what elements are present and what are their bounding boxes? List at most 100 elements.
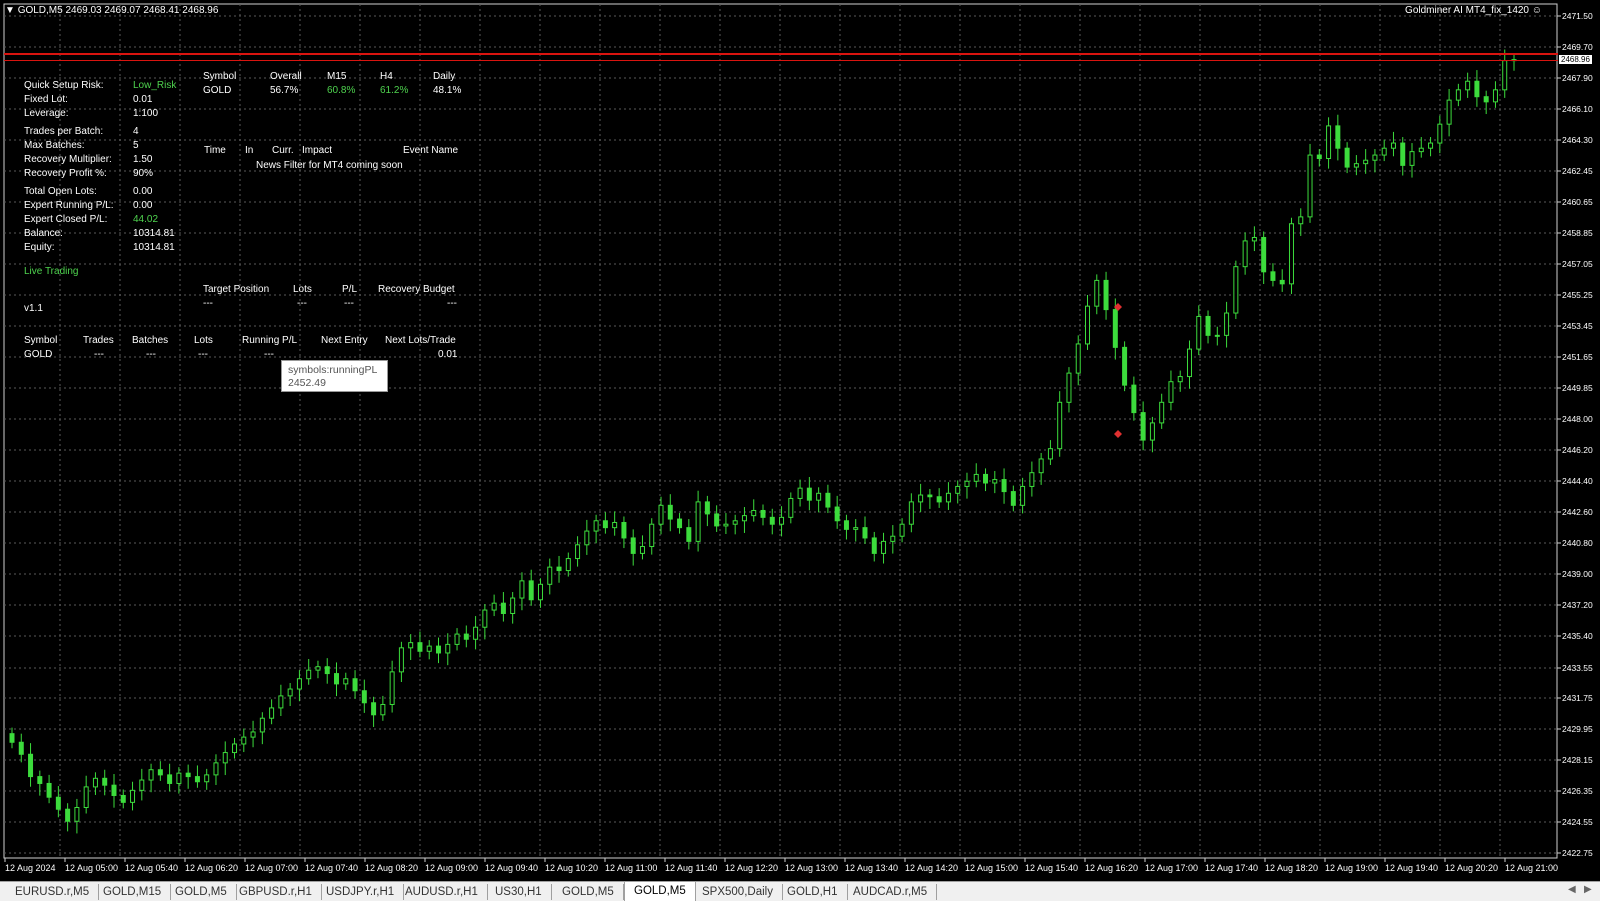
time-tick-label: 12 Aug 10:20 [545,863,598,873]
tab-gold-m5[interactable]: GOLD,M5 [166,884,237,900]
price-tick-label: 2437.20 [1562,600,1593,610]
price-tick-label: 2439.00 [1562,569,1593,579]
candle-body-bear [834,506,840,522]
candle-body-bear [704,501,710,515]
chart-area[interactable]: 2471.50 2469.70 2467.90 2466.10 2464.30 2462.… [0,0,1600,881]
expert-name-label: Goldminer AI MT4_fix_1420 [1405,5,1529,16]
candle-body-bull [816,492,822,501]
price-tick-label: 2435.40 [1562,631,1593,641]
time-tick-label: 12 Aug 08:20 [365,863,418,873]
candle-body-bull [1159,401,1165,424]
candle-body-bear [500,602,506,614]
candle-body-bear [528,580,534,601]
candle-body-bear [667,504,673,520]
candle-body-bear [621,521,627,539]
target-header: Recovery Budget [378,284,455,295]
candle-body-bull [1224,312,1230,336]
positions-cell: --- [146,349,156,360]
candle-body-bull [658,504,664,525]
candle-body-bear [1474,80,1480,98]
performance-cell: 56.7% [270,85,299,96]
candle-body-bear [677,518,683,529]
setting-label: Trades per Batch: [24,126,104,137]
candle-body-bear [102,777,108,786]
news-header: In [245,145,254,156]
chart-tab-bar: EURUSD.r,M5 GOLD,M15 GOLD,M5 GBPUSD.r,H1 USD… [0,881,1600,901]
candle-body-bull [853,527,859,530]
candle-body-bull [797,487,803,499]
price-chart[interactable]: 2471.50 2469.70 2467.90 2466.10 2464.30 2462.… [0,0,1600,881]
tab-gold-m15[interactable]: GOLD,M15 [94,884,172,900]
candle-body-bull [241,736,247,745]
candle-body-bear [37,776,43,784]
smiley-icon[interactable]: ☺ [1532,5,1542,16]
candle-body-bull [1455,89,1461,101]
candle-body-bear [1010,491,1016,506]
collapse-arrow-icon[interactable]: ▼ [5,5,15,16]
tab-spx500-daily[interactable]: SPX500,Daily [693,884,783,900]
time-tick-label: 12 Aug 19:00 [1325,863,1378,873]
candle-body-bear [825,492,831,508]
setting-label: Leverage: [24,108,69,119]
tab-us30-h1[interactable]: US30,H1 [486,884,552,900]
candle-body-bull [491,602,497,611]
tab-audusd-r-h1[interactable]: AUDUSD.r,H1 [396,884,488,900]
news-header: Curr. [272,145,294,156]
candle-body-bear [843,520,849,530]
candle-body-bull [899,523,905,537]
tab-usdjpy-r-h1[interactable]: USDJPY.r,H1 [317,884,405,900]
time-tick-label: 12 Aug 05:40 [125,863,178,873]
tab-gold-h1[interactable]: GOLD,H1 [778,884,848,900]
candle-body-bull [584,530,590,546]
candle-body-bull [964,480,970,487]
time-tick-label: 12 Aug 17:00 [1145,863,1198,873]
candle-body-bull [741,515,747,522]
scroll-right-icon[interactable]: ▶ [1584,884,1592,895]
time-tick-label: 12 Aug 21:00 [1505,863,1558,873]
candle-body-bear [28,753,34,778]
trading-status: Live Trading [24,266,79,277]
candle-body-bull [1196,315,1202,350]
candle-body-bull [1381,147,1387,156]
time-tick-label: 12 Aug 15:00 [965,863,1018,873]
candle-body-bull [510,597,516,614]
news-header: Event Name [403,145,459,156]
candle-body-bull [1057,401,1063,450]
candle-body-bull [259,717,265,733]
price-tick-label: 2460.65 [1562,197,1593,207]
tab-eurusd-r-m5[interactable]: EURUSD.r,M5 [6,884,100,900]
time-tick-label: 12 Aug 15:40 [1025,863,1078,873]
performance-header: M15 [327,71,347,82]
candle-body-bear [871,537,877,554]
tab-gbpusd-r-h1[interactable]: GBPUSD.r,H1 [230,884,322,900]
candle-body-bull [955,485,961,494]
candle-body-bear [65,808,71,822]
candle-body-bull [1214,334,1220,337]
candle-body-bear [686,527,692,542]
candle-body-bull [222,752,228,764]
scroll-left-icon[interactable]: ◀ [1568,884,1576,895]
setting-label: Recovery Multiplier: [24,154,112,165]
time-tick-label: 12 Aug 17:40 [1205,863,1258,873]
tab-gold-m5[interactable]: GOLD,M5 [624,882,696,901]
candle-body-bear [1279,279,1285,285]
candle-body-bull [639,546,645,554]
candle-body-bull [398,647,404,673]
time-tick-label: 12 Aug 07:40 [305,863,358,873]
candle-body-bear [1122,346,1128,386]
target-cell: --- [297,298,307,309]
tab-audcad-r-m5[interactable]: AUDCAD.r,M5 [844,884,938,900]
price-tick-label: 2458.85 [1562,228,1593,238]
positions-cell: --- [198,349,208,360]
candle-body-bear [185,772,191,778]
performance-cell: GOLD [203,85,232,96]
candle-body-bull [547,566,553,585]
time-tick-label: 12 Aug 13:40 [845,863,898,873]
candle-body-bull [287,688,293,697]
candle-body-bear [936,496,942,503]
version-label: v1.1 [24,303,43,314]
setting-label: Quick Setup Risk: [24,80,104,91]
price-tick-label: 2422.75 [1562,848,1593,858]
candle-body-bull [1437,123,1443,144]
tab-gold-m5[interactable]: GOLD,M5 [553,884,624,900]
